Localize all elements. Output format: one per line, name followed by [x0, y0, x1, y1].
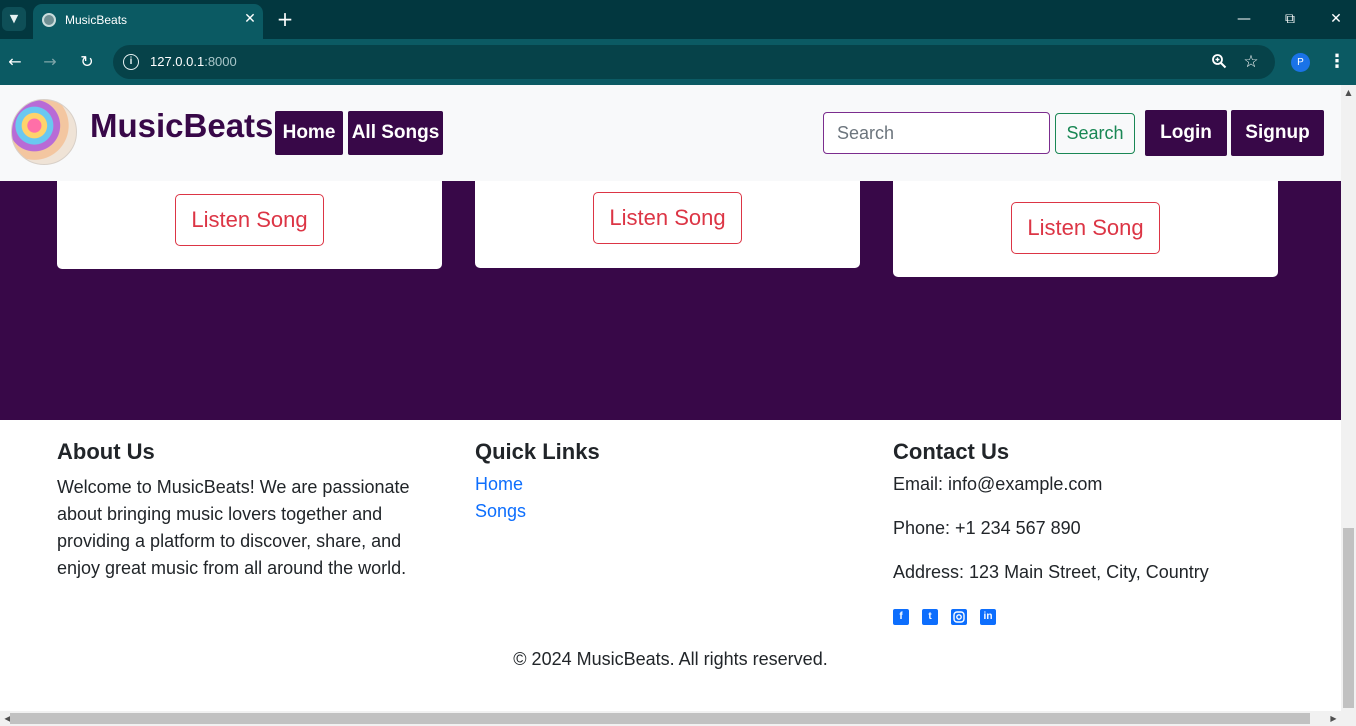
- forward-icon[interactable]: →: [39, 51, 61, 73]
- nav-home-link[interactable]: Home: [275, 111, 343, 155]
- minimize-icon[interactable]: —: [1232, 8, 1256, 30]
- footer-link-home[interactable]: Home: [475, 474, 523, 495]
- horizontal-scrollbar[interactable]: ◀ ▶: [0, 711, 1356, 726]
- address-bar[interactable]: i 127.0.0.1:8000 ☆: [113, 45, 1275, 79]
- brand-title[interactable]: MusicBeats: [90, 107, 273, 145]
- new-tab-icon[interactable]: +: [274, 7, 296, 31]
- songs-section: Listen Song Listen Song Listen Song: [0, 181, 1341, 420]
- vertical-scrollbar[interactable]: ▲: [1341, 85, 1356, 711]
- scroll-up-icon[interactable]: ▲: [1341, 85, 1356, 100]
- contact-address: Address: 123 Main Street, City, Country: [893, 562, 1209, 582]
- instagram-icon[interactable]: [951, 609, 967, 625]
- site-info-icon[interactable]: i: [123, 54, 139, 70]
- listen-song-button[interactable]: Listen Song: [593, 192, 742, 244]
- song-card: Listen Song: [57, 181, 442, 269]
- search-button[interactable]: Search: [1055, 113, 1135, 154]
- zoom-icon[interactable]: [1210, 53, 1228, 71]
- profile-avatar[interactable]: P: [1291, 53, 1310, 72]
- url-text: 127.0.0.1:8000: [150, 54, 237, 69]
- browser-tab-bar: ▼ MusicBeats ✕ + — ⧉ ✕: [0, 0, 1356, 39]
- kebab-menu-icon[interactable]: ⋮: [1328, 51, 1346, 73]
- about-text: Welcome to MusicBeats! We are passionate…: [57, 477, 410, 578]
- song-card: Listen Song: [893, 181, 1278, 277]
- reload-icon[interactable]: ↻: [76, 51, 98, 73]
- bookmark-star-icon[interactable]: ☆: [1241, 52, 1261, 72]
- footer-link-songs[interactable]: Songs: [475, 501, 526, 522]
- listen-song-button[interactable]: Listen Song: [175, 194, 324, 246]
- scroll-right-icon[interactable]: ▶: [1326, 711, 1341, 726]
- restore-icon[interactable]: ⧉: [1278, 8, 1302, 30]
- about-heading: About Us: [57, 439, 155, 464]
- signup-button[interactable]: Signup: [1231, 110, 1324, 156]
- close-window-icon[interactable]: ✕: [1324, 8, 1348, 30]
- url-port: :8000: [204, 54, 237, 69]
- login-button[interactable]: Login: [1145, 110, 1227, 156]
- facebook-icon[interactable]: f: [893, 609, 909, 625]
- horizontal-scroll-thumb[interactable]: [10, 713, 1310, 724]
- song-card: Listen Song: [475, 181, 860, 268]
- page-viewport: MusicBeats Home All Songs Search Login S…: [0, 85, 1341, 711]
- contact-heading: Contact Us: [893, 439, 1010, 464]
- url-host: 127.0.0.1: [150, 54, 205, 69]
- browser-toolbar: ← → ↻ i 127.0.0.1:8000 ☆ P ⋮: [0, 39, 1356, 85]
- logo[interactable]: [11, 99, 77, 165]
- search-input[interactable]: [823, 112, 1050, 154]
- linkedin-icon[interactable]: in: [980, 609, 996, 625]
- nav-all-songs-link[interactable]: All Songs: [348, 111, 443, 155]
- quick-links-heading: Quick Links: [475, 439, 600, 464]
- listen-song-button[interactable]: Listen Song: [1011, 202, 1160, 254]
- tab-title: MusicBeats: [65, 13, 128, 27]
- copyright-text: © 2024 MusicBeats. All rights reserved.: [513, 649, 828, 669]
- contact-phone: Phone: +1 234 567 890: [893, 518, 1081, 538]
- back-icon[interactable]: ←: [4, 51, 26, 73]
- twitter-icon[interactable]: t: [922, 609, 938, 625]
- close-tab-icon[interactable]: ✕: [241, 10, 259, 28]
- vertical-scroll-thumb[interactable]: [1343, 528, 1354, 708]
- contact-email: Email: info@example.com: [893, 474, 1103, 494]
- browser-tab[interactable]: MusicBeats ✕: [33, 4, 263, 39]
- site-footer: About Us Welcome to MusicBeats! We are p…: [0, 420, 1341, 711]
- tab-search-chevron-icon[interactable]: ▼: [2, 7, 26, 31]
- globe-icon: [42, 13, 56, 27]
- site-navbar: MusicBeats Home All Songs Search Login S…: [0, 85, 1341, 181]
